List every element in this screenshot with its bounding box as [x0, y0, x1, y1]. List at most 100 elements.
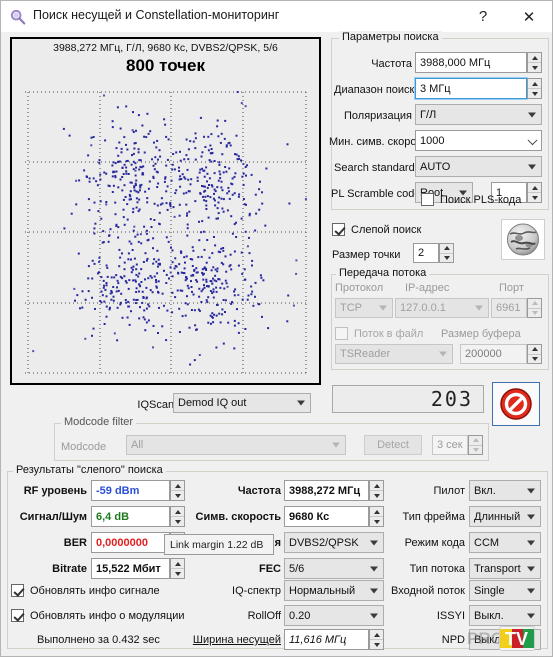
npd-select[interactable]: Выкл.	[469, 629, 541, 650]
snr-spinner[interactable]	[170, 506, 185, 527]
detect-button[interactable]: Detect	[364, 435, 422, 455]
help-button[interactable]: ?	[460, 1, 506, 32]
pilot-select[interactable]: Вкл.	[469, 480, 541, 501]
frequency-input[interactable]: 3988,000 МГц	[415, 52, 527, 73]
rolloff-select[interactable]: 0.20	[284, 605, 384, 626]
chevron-down-icon	[370, 540, 378, 545]
result-frequency-value[interactable]: 3988,272 МГц	[284, 480, 369, 501]
input-stream-select[interactable]: Single	[469, 580, 541, 601]
chevron-down-icon	[528, 112, 536, 117]
rf-level-label: RF уровень	[23, 485, 87, 497]
update-signal-checkbox[interactable]: Обновлять инфо сигнале	[11, 584, 160, 597]
ip-label: IP-адрес	[405, 282, 450, 294]
stop-prohibited-icon	[500, 388, 532, 420]
fec-value: 5/6	[289, 562, 305, 575]
modcode-select[interactable]: All	[126, 435, 346, 455]
symbol-rate-value[interactable]: 9680 Кс	[284, 506, 369, 527]
detect-timeout-spinner[interactable]	[468, 435, 483, 455]
dot-size-spinner[interactable]	[439, 243, 454, 263]
found-counter: 203	[332, 385, 484, 413]
ber-text: 0,0000000	[96, 536, 148, 549]
chevron-down-icon	[527, 637, 535, 642]
stop-button[interactable]	[492, 382, 540, 426]
stream-writer-value: TSReader	[340, 348, 391, 360]
carrier-width-value[interactable]: 11,616 МГц	[284, 629, 369, 650]
chevron-down-icon	[527, 514, 535, 519]
blind-search-checkbox[interactable]: Слепой поиск	[332, 223, 421, 236]
issyi-select[interactable]: Выкл.	[469, 605, 541, 626]
fec-select[interactable]: 5/6	[284, 558, 384, 579]
title-bar: Поиск несущей и Constellation-мониторинг…	[1, 1, 552, 32]
ip-select[interactable]: 127.0.0.1	[395, 298, 489, 318]
iqscan-select[interactable]: Demod IQ out	[173, 393, 311, 413]
npd-value: Выкл.	[474, 633, 504, 646]
frame-type-select[interactable]: Длинный	[469, 506, 541, 527]
protocol-select[interactable]: TCP	[335, 298, 393, 318]
modcode-value: All	[131, 439, 144, 451]
carrier-width-spinner[interactable]	[369, 629, 384, 650]
frame-type-label: Тип фрейма	[402, 511, 465, 523]
stream-type-value: Transport	[474, 562, 521, 575]
port-label: Порт	[499, 282, 524, 294]
modulation-select[interactable]: DVBS2/QPSK	[284, 532, 384, 553]
constellation-plot[interactable]	[16, 86, 315, 379]
update-modulation-checkbox[interactable]: Обновлять инфо о модуляции	[11, 609, 185, 622]
ip-value: 127.0.0.1	[400, 302, 446, 314]
chevron-down-icon	[527, 566, 535, 571]
bitrate-label: Bitrate	[52, 563, 87, 575]
results-group	[7, 471, 548, 649]
dot-size-input[interactable]: 2	[413, 243, 439, 263]
help-icon: ?	[478, 8, 488, 25]
rolloff-label: RollOff	[247, 610, 281, 622]
chevron-down-icon	[370, 588, 378, 593]
close-button[interactable]: ✕	[506, 1, 552, 32]
search-range-input[interactable]: 3 МГц	[414, 77, 528, 100]
pls-search-checkbox[interactable]: Поиск PLS-кода	[421, 193, 521, 206]
detect-timeout-input[interactable]: 3 сек	[432, 435, 468, 455]
result-frequency-spinner[interactable]	[369, 480, 384, 501]
stream-writer-select[interactable]: TSReader	[335, 344, 453, 364]
stream-to-file-checkbox[interactable]: Поток в файл	[335, 327, 423, 340]
ber-value[interactable]: 0,0000000	[91, 532, 170, 553]
snr-value[interactable]: 6,4 dB	[91, 506, 170, 527]
rf-level-spinner[interactable]	[170, 480, 185, 501]
stream-type-select[interactable]: Transport	[469, 558, 541, 579]
constellation-panel[interactable]: 3988,272 МГц, Г/Л, 9680 Кс, DVBS2/QPSK, …	[10, 37, 321, 385]
rf-level-text: -59 dBm	[96, 484, 140, 497]
constellation-points-count: 800 точек	[126, 56, 205, 75]
min-symbol-rate-label: Мин. симв. скорость	[329, 136, 433, 148]
stream-type-label: Тип потока	[409, 563, 465, 575]
code-mode-label: Режим кода	[404, 537, 465, 549]
chevron-down-icon	[370, 613, 378, 618]
rf-level-value[interactable]: -59 dBm	[91, 480, 170, 501]
modcode-label: Modcode	[61, 441, 107, 453]
input-stream-label: Входной поток	[391, 585, 465, 597]
iq-spectrum-select[interactable]: Нормальный	[284, 580, 384, 601]
bitrate-spinner[interactable]	[170, 558, 185, 579]
search-standard-select[interactable]: AUTO	[415, 156, 542, 177]
bitrate-value[interactable]: 15,522 Мбит	[91, 558, 170, 579]
globe-icon	[501, 219, 545, 260]
window-title: Поиск несущей и Constellation-мониторинг	[33, 8, 280, 22]
iq-spectrum-label: IQ-спектр	[232, 585, 281, 597]
symbol-rate-spinner[interactable]	[369, 506, 384, 527]
polarization-select[interactable]: Г/Л	[415, 104, 542, 125]
issyi-value: Выкл.	[474, 609, 504, 622]
buffer-size-spinner[interactable]	[527, 344, 542, 364]
search-range-spinner[interactable]	[527, 78, 542, 99]
checkbox-box	[11, 584, 24, 597]
chevron-down-icon	[527, 613, 535, 618]
port-input[interactable]: 6961	[491, 298, 527, 318]
code-mode-select[interactable]: CCM	[469, 532, 541, 553]
issyi-label: ISSYI	[436, 610, 465, 622]
buffer-size-input[interactable]: 200000	[460, 344, 527, 364]
fec-label: FEC	[259, 563, 281, 575]
port-spinner[interactable]	[527, 298, 542, 318]
frequency-spinner[interactable]	[527, 52, 542, 73]
search-params-title: Параметры поиска	[339, 31, 442, 43]
min-symbol-rate-select[interactable]: 1000	[415, 130, 542, 151]
pl-scramble-index-spinner[interactable]	[527, 182, 542, 203]
npd-label: NPD	[441, 634, 465, 646]
chevron-down-icon	[370, 566, 378, 571]
snr-text: 6,4 dB	[96, 510, 130, 523]
